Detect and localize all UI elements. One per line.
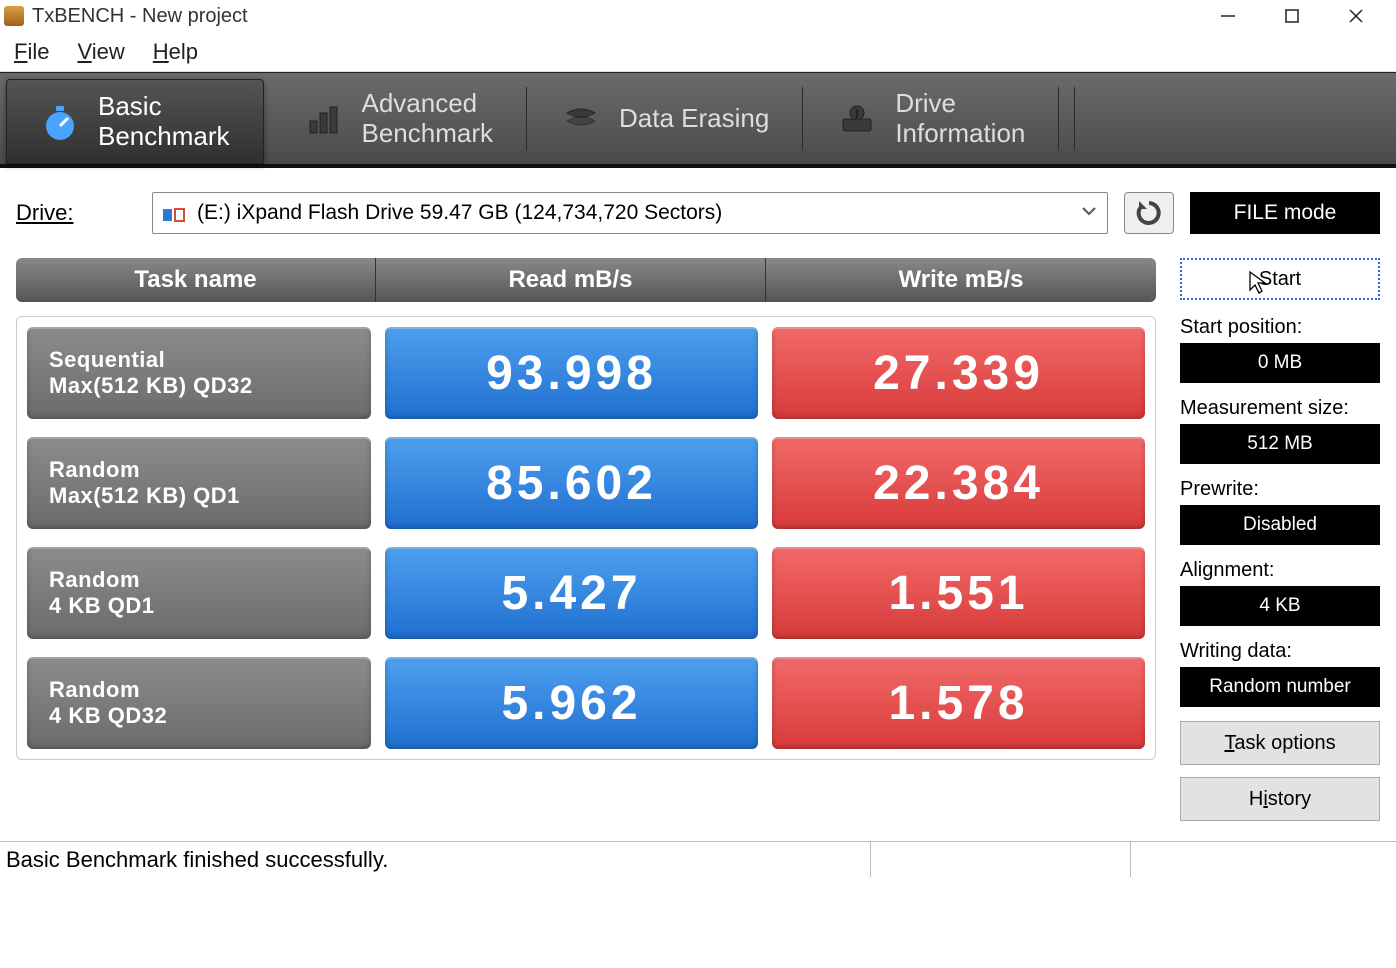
result-row: Random 4 KB QD1 5.427 1.551 — [27, 547, 1145, 639]
tab-spacer — [1059, 73, 1075, 164]
start-button[interactable]: Start — [1180, 258, 1380, 300]
menubar: File View Help — [0, 32, 1396, 72]
writing-data-label: Writing data: — [1180, 640, 1380, 663]
drive-label: Drive: — [16, 200, 136, 226]
stopwatch-icon — [40, 102, 80, 142]
chevron-down-icon — [1081, 201, 1097, 225]
col-read: Read mB/s — [376, 258, 766, 302]
col-task: Task name — [16, 258, 376, 302]
result-row: Sequential Max(512 KB) QD32 93.998 27.33… — [27, 327, 1145, 419]
file-mode-label: FILE mode — [1234, 201, 1337, 225]
start-position-value[interactable]: 0 MB — [1180, 343, 1380, 383]
menu-view[interactable]: View — [77, 39, 124, 65]
app-icon — [4, 6, 24, 26]
refresh-icon — [1135, 199, 1163, 227]
start-position-label: Start position: — [1180, 316, 1380, 339]
cursor-icon — [1248, 270, 1268, 302]
tab-label: Drive Information — [895, 89, 1025, 149]
results-header: Task name Read mB/s Write mB/s — [16, 258, 1156, 302]
tab-label: Basic Benchmark — [98, 92, 230, 152]
task-cell: Random 4 KB QD1 — [27, 547, 371, 639]
writing-data-value[interactable]: Random number — [1180, 667, 1380, 707]
task-cell: Random 4 KB QD32 — [27, 657, 371, 749]
task-cell: Random Max(512 KB) QD1 — [27, 437, 371, 529]
alignment-label: Alignment: — [1180, 559, 1380, 582]
bar-chart-icon — [304, 99, 344, 139]
erase-icon — [561, 99, 601, 139]
status-bar: Basic Benchmark finished successfully. — [0, 841, 1396, 877]
titlebar: TxBENCH - New project — [0, 0, 1396, 32]
task-options-button[interactable]: Task options — [1180, 721, 1380, 765]
tab-advanced-benchmark[interactable]: Advanced Benchmark — [270, 73, 528, 164]
tab-basic-benchmark[interactable]: Basic Benchmark — [6, 79, 264, 164]
write-cell: 1.551 — [772, 547, 1145, 639]
drive-row: Drive: (E:) iXpand Flash Drive 59.47 GB … — [0, 168, 1396, 246]
read-cell: 5.427 — [385, 547, 758, 639]
sidebar: Start Start position: 0 MB Measurement s… — [1180, 258, 1380, 833]
status-segment — [1130, 842, 1390, 877]
tab-data-erasing[interactable]: Data Erasing — [527, 73, 803, 164]
tab-strip: Basic Benchmark Advanced Benchmark Data … — [0, 72, 1396, 168]
minimize-button[interactable] — [1210, 2, 1246, 30]
drive-select[interactable]: (E:) iXpand Flash Drive 59.47 GB (124,73… — [152, 192, 1108, 234]
read-cell: 93.998 — [385, 327, 758, 419]
menu-file-label: ile — [27, 39, 49, 64]
close-button[interactable] — [1338, 2, 1374, 30]
drive-info-icon: i — [837, 99, 877, 139]
status-segment — [870, 842, 1130, 877]
menu-help-label: elp — [169, 39, 198, 64]
write-cell: 1.578 — [772, 657, 1145, 749]
results-panel: Task name Read mB/s Write mB/s Sequentia… — [16, 258, 1156, 833]
menu-file[interactable]: File — [14, 39, 49, 65]
measurement-size-label: Measurement size: — [1180, 397, 1380, 420]
results-rows: Sequential Max(512 KB) QD32 93.998 27.33… — [16, 316, 1156, 760]
tab-label: Data Erasing — [619, 104, 769, 134]
alignment-value[interactable]: 4 KB — [1180, 586, 1380, 626]
maximize-button[interactable] — [1274, 2, 1310, 30]
result-row: Random Max(512 KB) QD1 85.602 22.384 — [27, 437, 1145, 529]
read-cell: 5.962 — [385, 657, 758, 749]
col-write: Write mB/s — [766, 258, 1156, 302]
tab-drive-information[interactable]: i Drive Information — [803, 73, 1059, 164]
window-title: TxBENCH - New project — [32, 5, 1210, 28]
drive-icon — [163, 205, 185, 221]
menu-view-label: iew — [92, 39, 125, 64]
result-row: Random 4 KB QD32 5.962 1.578 — [27, 657, 1145, 749]
measurement-size-value[interactable]: 512 MB — [1180, 424, 1380, 464]
status-message: Basic Benchmark finished successfully. — [6, 847, 870, 873]
write-cell: 27.339 — [772, 327, 1145, 419]
prewrite-label: Prewrite: — [1180, 478, 1380, 501]
tab-label: Advanced Benchmark — [362, 89, 494, 149]
prewrite-value[interactable]: Disabled — [1180, 505, 1380, 545]
read-cell: 85.602 — [385, 437, 758, 529]
menu-help[interactable]: Help — [153, 39, 198, 65]
file-mode-button[interactable]: FILE mode — [1190, 192, 1380, 234]
svg-text:i: i — [856, 109, 859, 121]
refresh-button[interactable] — [1124, 192, 1174, 234]
history-button[interactable]: History — [1180, 777, 1380, 821]
task-cell: Sequential Max(512 KB) QD32 — [27, 327, 371, 419]
write-cell: 22.384 — [772, 437, 1145, 529]
drive-select-value: (E:) iXpand Flash Drive 59.47 GB (124,73… — [197, 201, 722, 225]
